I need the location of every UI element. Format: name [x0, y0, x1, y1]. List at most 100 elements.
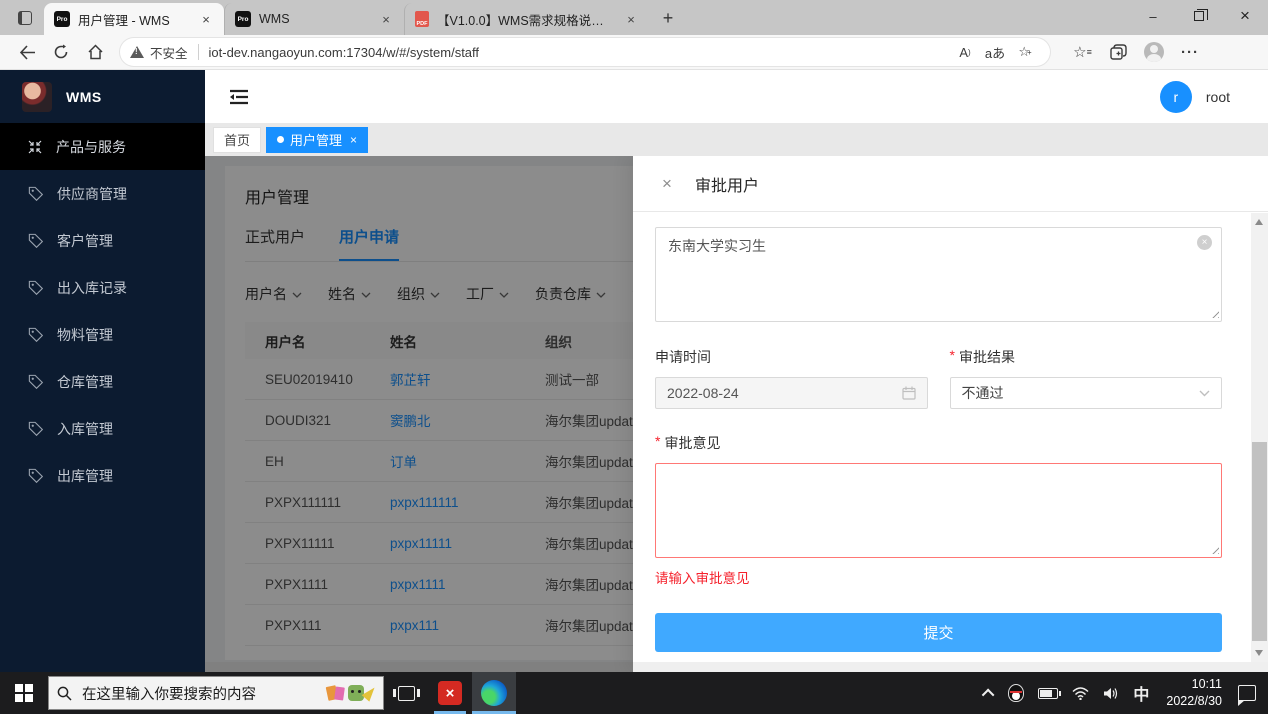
read-aloud-icon[interactable]: A)	[950, 40, 980, 64]
scroll-down-icon[interactable]	[1255, 650, 1263, 656]
browser-tab-1[interactable]: Pro 用户管理 - WMS ×	[44, 3, 224, 35]
submit-button[interactable]: 提交	[655, 613, 1222, 652]
apply-reason-field: 东南大学实习生 ×	[655, 227, 1222, 325]
restore-button[interactable]	[1176, 0, 1222, 32]
url-text[interactable]: iot-dev.nangaoyun.com:17304/w/#/system/s…	[209, 45, 950, 60]
sidebar-item-material[interactable]: 物料管理	[0, 311, 205, 358]
approve-result-select[interactable]: 不通过	[950, 377, 1223, 409]
drawer-bottom-strip	[633, 662, 1268, 672]
pro-favicon-icon: Pro	[235, 11, 251, 27]
apply-time-field: 申请时间 2022-08-24	[655, 347, 928, 409]
taskbar-app-redx[interactable]: ×	[428, 672, 472, 714]
taskbar-app-edge[interactable]	[472, 672, 516, 714]
warning-icon	[130, 46, 144, 58]
volume-icon[interactable]	[1096, 672, 1126, 714]
qq-tray-icon[interactable]	[1001, 672, 1031, 714]
sidebar-item-label: 出库管理	[57, 466, 113, 486]
page-tab-bar: 首页 用户管理 ×	[205, 123, 1268, 156]
page-tab-home[interactable]: 首页	[213, 127, 261, 153]
sidebar-item-supplier[interactable]: 供应商管理	[0, 170, 205, 217]
settings-more-icon[interactable]: ···	[1172, 38, 1208, 66]
pdf-favicon-icon: PDF	[415, 11, 429, 27]
sidebar-item-products[interactable]: 产品与服务	[0, 123, 205, 170]
search-placeholder: 在这里输入你要搜索的内容	[82, 683, 317, 704]
favorites-bar-icon[interactable]: ☆≡	[1064, 38, 1100, 66]
page-tab-user-management[interactable]: 用户管理 ×	[266, 127, 368, 153]
search-decoration-image[interactable]	[327, 685, 375, 701]
tab-close-icon[interactable]: ×	[198, 11, 214, 27]
close-tab-icon[interactable]: ×	[350, 133, 357, 147]
logo-avatar-image	[22, 82, 52, 112]
tab-title: WMS	[259, 12, 370, 26]
minimize-button[interactable]: –	[1130, 0, 1176, 32]
tag-icon	[28, 468, 43, 483]
wifi-icon[interactable]	[1065, 672, 1096, 714]
new-tab-button[interactable]: +	[655, 5, 681, 31]
time-label: 10:11	[1166, 676, 1222, 693]
taskbar-search[interactable]: 在这里输入你要搜索的内容	[48, 676, 384, 710]
main-header: r root	[205, 70, 1268, 123]
calendar-icon	[902, 386, 916, 400]
tab-close-icon[interactable]: ×	[378, 11, 394, 27]
approve-comment-field: *审批意见 请输入审批意见	[655, 433, 1222, 587]
notification-center-icon[interactable]	[1238, 685, 1256, 701]
user-avatar[interactable]: r	[1160, 81, 1192, 113]
drawer-body: 东南大学实习生 × 申请时间 2022-08-24	[633, 213, 1251, 662]
home-icon[interactable]	[78, 38, 112, 66]
screen: Pro 用户管理 - WMS × Pro WMS × PDF 【V1.0.0】W…	[0, 0, 1268, 714]
approve-comment-label: 审批意见	[664, 433, 720, 453]
browser-profile-icon[interactable]	[1136, 38, 1172, 66]
ime-indicator[interactable]: 中	[1126, 672, 1156, 714]
date-label: 2022/8/30	[1166, 693, 1222, 710]
drawer-header: × 审批用户	[633, 156, 1268, 212]
app-logo: WMS	[0, 70, 205, 123]
tray-expand-icon[interactable]	[978, 672, 1001, 714]
drawer-title: 审批用户	[695, 172, 759, 196]
sidebar-item-inbound[interactable]: 入库管理	[0, 405, 205, 452]
security-warning[interactable]: 不安全	[130, 43, 188, 62]
tag-icon	[28, 280, 43, 295]
tab-close-icon[interactable]: ×	[623, 11, 639, 27]
address-bar[interactable]: 不安全 iot-dev.nangaoyun.com:17304/w/#/syst…	[120, 38, 1050, 66]
refresh-icon[interactable]	[44, 38, 78, 66]
sidebar-item-customer[interactable]: 客户管理	[0, 217, 205, 264]
sidebar-item-warehouse[interactable]: 仓库管理	[0, 358, 205, 405]
sidebar-item-inout-records[interactable]: 出入库记录	[0, 264, 205, 311]
validation-error-message: 请输入审批意见	[655, 567, 1222, 587]
translate-icon[interactable]: aあ	[980, 40, 1010, 64]
browser-tab-3[interactable]: PDF 【V1.0.0】WMS需求规格说明书 ×	[404, 3, 649, 35]
menu-fold-icon[interactable]	[225, 83, 253, 111]
drawer-scrollbar[interactable]	[1251, 213, 1268, 662]
scroll-up-icon[interactable]	[1255, 219, 1263, 225]
back-icon[interactable]	[10, 38, 44, 66]
scrollbar-thumb[interactable]	[1252, 442, 1267, 641]
page-tab-label: 用户管理	[290, 130, 342, 149]
sidebar-item-label: 入库管理	[57, 419, 113, 439]
app-title: WMS	[66, 89, 102, 105]
clear-icon[interactable]: ×	[1197, 235, 1212, 250]
drawer-close-icon[interactable]: ×	[657, 174, 677, 194]
tag-icon	[28, 186, 43, 201]
sidebar-item-label: 物料管理	[57, 325, 113, 345]
approve-comment-textarea[interactable]	[655, 463, 1222, 558]
favorite-star-icon[interactable]: ☆+	[1010, 40, 1040, 64]
close-window-button[interactable]: ×	[1222, 0, 1268, 32]
task-view-icon	[398, 686, 415, 701]
tab-title: 用户管理 - WMS	[78, 10, 190, 29]
sidebar-item-label: 供应商管理	[57, 184, 127, 204]
browser-tab-2[interactable]: Pro WMS ×	[224, 3, 404, 35]
collections-icon[interactable]	[1100, 38, 1136, 66]
sidebar: WMS 产品与服务 供应商管理 客户管理 出入库记录 物料管理	[0, 70, 205, 672]
battery-icon[interactable]	[1031, 672, 1065, 714]
sidebar-item-outbound[interactable]: 出库管理	[0, 452, 205, 499]
taskbar-clock[interactable]: 10:11 2022/8/30	[1156, 676, 1232, 710]
tag-icon	[28, 421, 43, 436]
username-label: root	[1206, 89, 1230, 105]
chevron-down-icon	[1199, 390, 1210, 397]
task-view-button[interactable]	[384, 672, 428, 714]
sidebar-item-label: 出入库记录	[57, 278, 127, 298]
apply-reason-textarea[interactable]: 东南大学实习生	[655, 227, 1222, 322]
tab-actions-icon[interactable]	[10, 4, 40, 32]
approve-result-field: *审批结果 不通过	[950, 347, 1223, 409]
start-button[interactable]	[0, 672, 48, 714]
